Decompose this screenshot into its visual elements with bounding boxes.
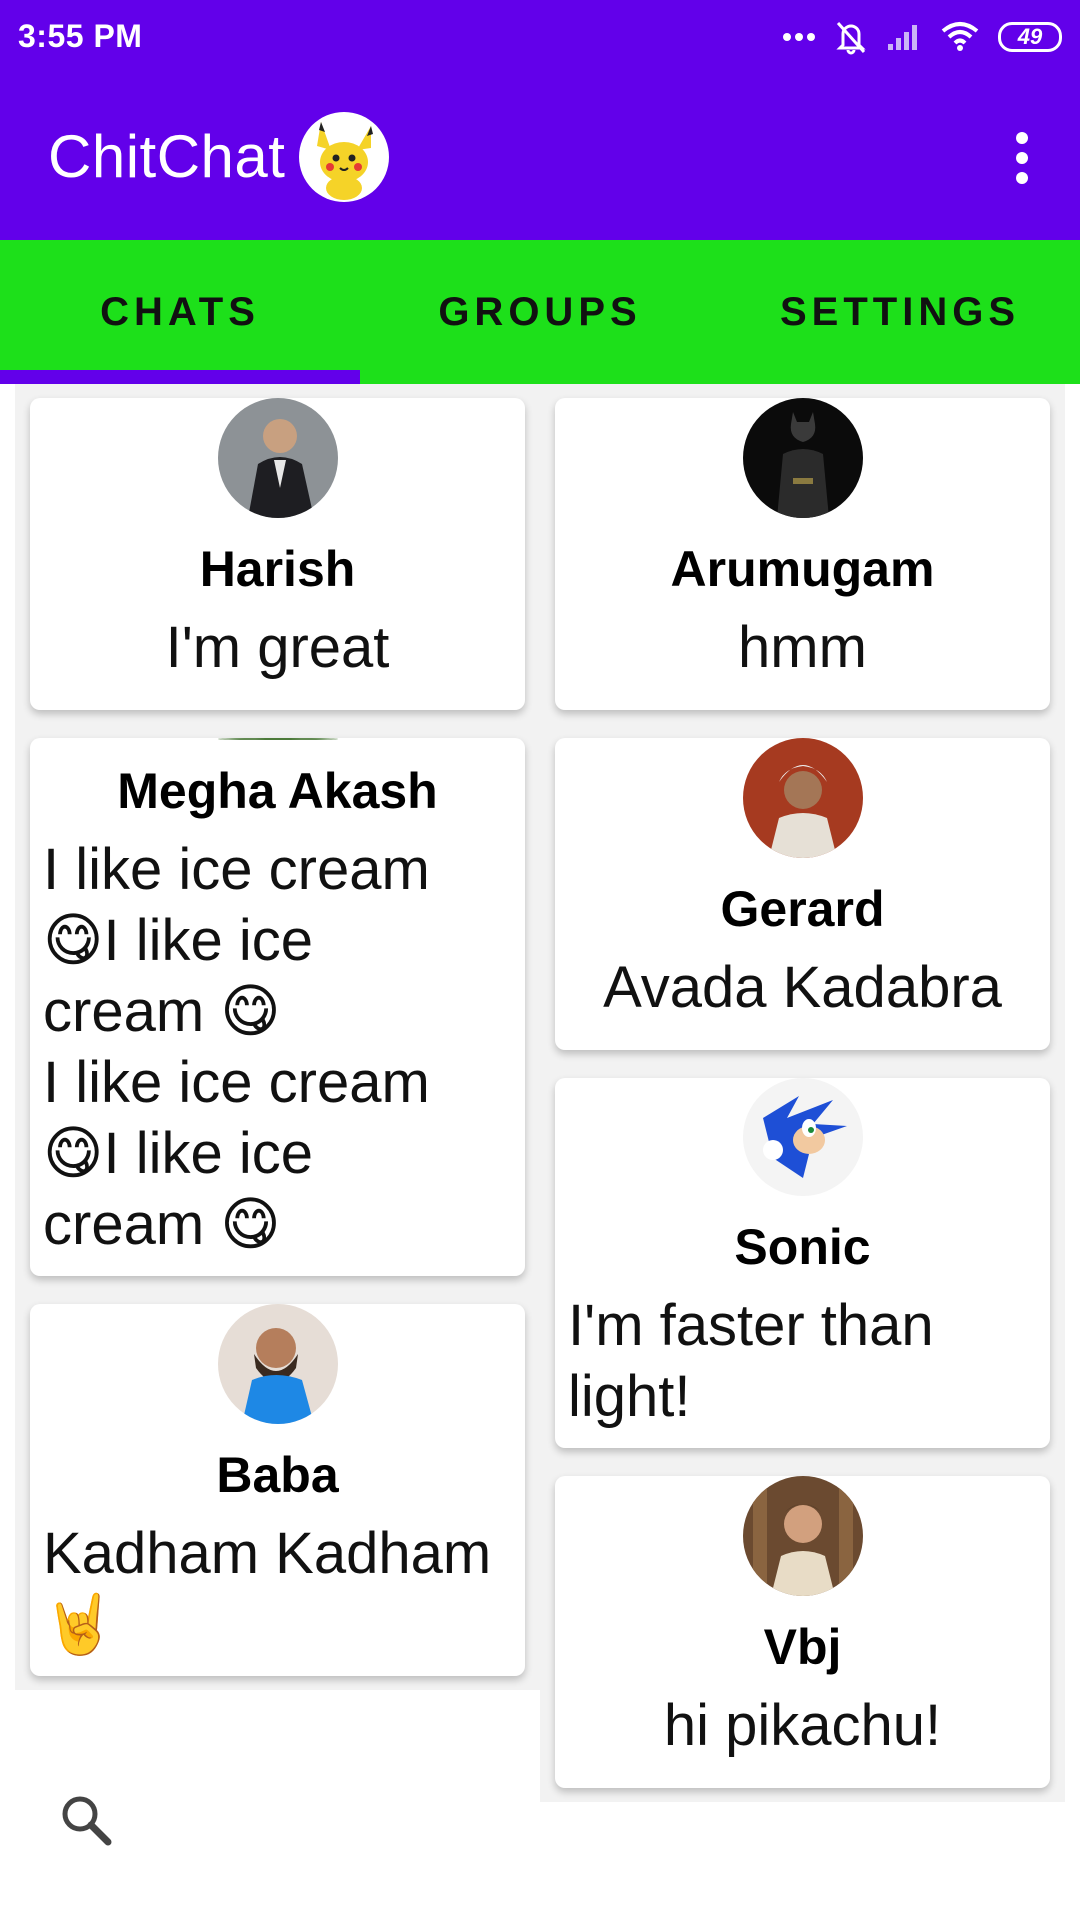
chat-card-wrap: Megha Akash I like ice cream 😋I like ice… xyxy=(15,724,540,1290)
avatar xyxy=(742,1078,863,1196)
tab-indicator xyxy=(0,370,360,384)
search-icon[interactable] xyxy=(58,1792,114,1853)
app-title: ChitChat xyxy=(48,123,286,190)
message-line: cream 😋 xyxy=(43,979,281,1044)
message-line: 😋I like ice xyxy=(43,1121,313,1186)
tab-chats-label: CHATS xyxy=(100,289,260,334)
chat-name: Arumugam xyxy=(670,541,935,597)
chat-card-wrap: Baba Kadham Kadham 🤘 xyxy=(15,1290,540,1690)
chat-last-message: I like ice cream 😋I like ice cream 😋 I l… xyxy=(40,834,515,1260)
chat-card-wrap: Sonic I'm faster than light! xyxy=(540,1064,1065,1462)
chat-last-message: hmm xyxy=(738,615,867,680)
message-line: 🤘 xyxy=(43,1592,116,1657)
chat-last-message: I'm faster than light! xyxy=(565,1290,1040,1432)
message-line: I like ice cream xyxy=(43,1050,430,1115)
tab-chats[interactable]: CHATS xyxy=(0,240,360,384)
chat-card-wrap: Gerard Avada Kadabra xyxy=(540,724,1065,1064)
avatar xyxy=(217,1304,338,1424)
chat-column-left: Harish I'm great Megha Akash I like ice … xyxy=(15,384,540,1690)
tab-groups[interactable]: GROUPS xyxy=(360,240,720,384)
message-line: I like ice cream xyxy=(43,837,430,902)
chat-card-wrap: Harish I'm great xyxy=(15,384,540,724)
status-bar: 3:55 PM 49 xyxy=(0,0,1080,73)
chat-card-wrap: Arumugam hmm xyxy=(540,384,1065,724)
signal-icon xyxy=(886,22,922,52)
tab-bar: CHATS GROUPS SETTINGS xyxy=(0,240,1080,384)
message-line: 😋I like ice xyxy=(43,908,313,973)
chat-last-message: I'm great xyxy=(165,615,390,680)
tab-settings[interactable]: SETTINGS xyxy=(720,240,1080,384)
chat-column-right: Arumugam hmm Gerard Avada Kadabra Sonic … xyxy=(540,384,1065,1802)
message-line: Kadham Kadham xyxy=(43,1521,492,1586)
chat-card-wrap: Vbj hi pikachu! xyxy=(540,1462,1065,1802)
chat-card-arumugam[interactable]: Arumugam hmm xyxy=(555,398,1050,710)
avatar xyxy=(217,738,338,740)
pikachu-logo xyxy=(299,111,390,202)
chat-card-sonic[interactable]: Sonic I'm faster than light! xyxy=(555,1078,1050,1448)
chat-last-message: hi pikachu! xyxy=(663,1693,942,1758)
avatar xyxy=(742,1476,863,1596)
chat-grid: Harish I'm great Megha Akash I like ice … xyxy=(0,384,1080,1920)
chat-card-harish[interactable]: Harish I'm great xyxy=(30,398,525,710)
chat-name: Megha Akash xyxy=(117,763,438,819)
tab-groups-label: GROUPS xyxy=(438,289,642,334)
more-vert-icon[interactable] xyxy=(994,123,1050,193)
tab-settings-label: SETTINGS xyxy=(779,289,1021,334)
wifi-icon xyxy=(940,21,980,53)
status-time: 3:55 PM xyxy=(18,18,143,54)
chat-last-message: Kadham Kadham 🤘 xyxy=(40,1518,515,1660)
chat-name: Harish xyxy=(199,541,356,597)
avatar xyxy=(217,398,338,518)
status-icons: 49 xyxy=(782,19,1062,55)
chat-name: Baba xyxy=(216,1447,339,1503)
avatar xyxy=(742,398,863,518)
chat-card-vbj[interactable]: Vbj hi pikachu! xyxy=(555,1476,1050,1788)
chat-card-gerard[interactable]: Gerard Avada Kadabra xyxy=(555,738,1050,1050)
bell-off-icon xyxy=(834,19,868,55)
chat-name: Sonic xyxy=(734,1219,871,1275)
chat-name: Vbj xyxy=(763,1619,842,1675)
chat-last-message: Avada Kadabra xyxy=(603,955,1002,1020)
app-bar: ChitChat xyxy=(0,73,1080,240)
battery-icon: 49 xyxy=(998,21,1062,52)
chat-name: Gerard xyxy=(720,881,885,937)
message-line: I'm faster than xyxy=(568,1293,934,1358)
message-line: cream 😋 xyxy=(43,1192,281,1257)
chat-card-baba[interactable]: Baba Kadham Kadham 🤘 xyxy=(30,1304,525,1676)
chat-card-megha-akash[interactable]: Megha Akash I like ice cream 😋I like ice… xyxy=(30,738,525,1276)
message-line: light! xyxy=(568,1364,691,1429)
avatar xyxy=(742,738,863,858)
more-dots-icon xyxy=(782,32,816,42)
